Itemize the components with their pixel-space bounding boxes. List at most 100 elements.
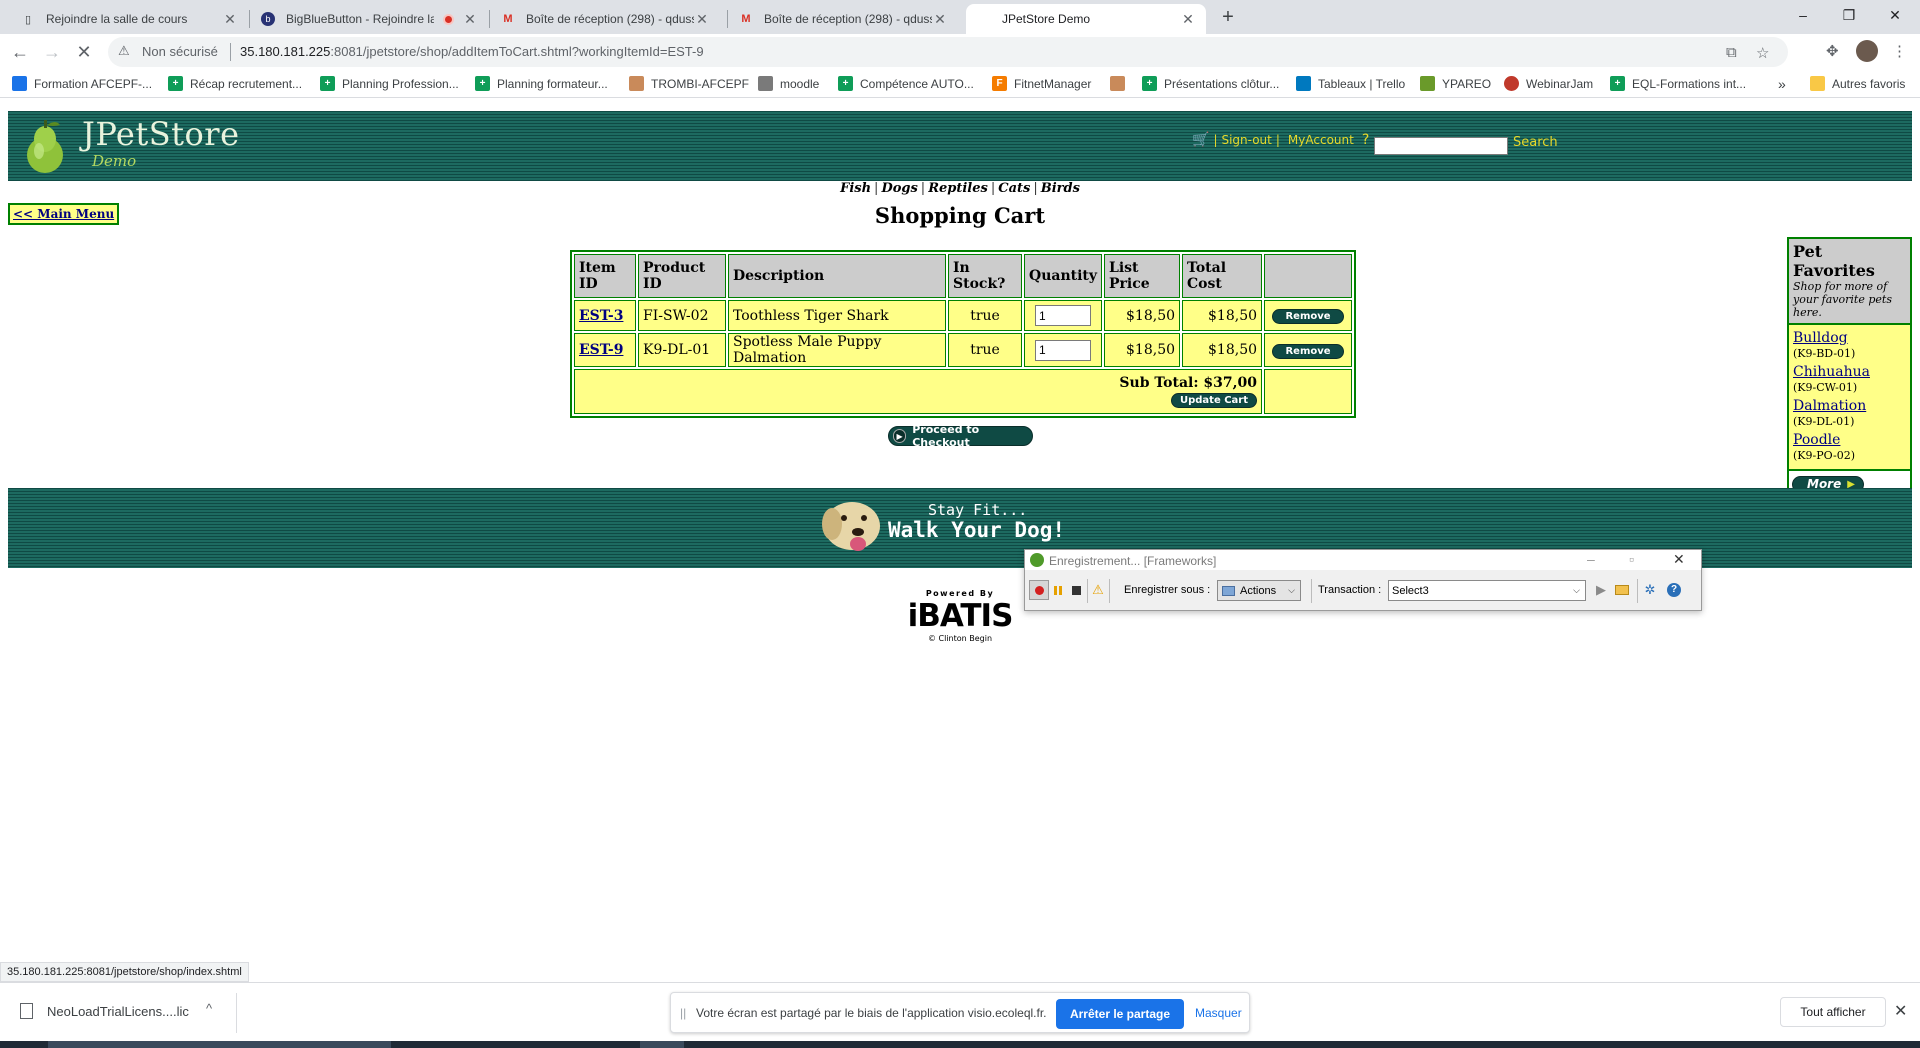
tab-gmail-1[interactable]: M Boîte de réception (298) - qdusse ✕ [490, 4, 720, 34]
cart-icon[interactable]: 🛒 [1192, 132, 1209, 148]
avatar[interactable] [1856, 40, 1878, 62]
tab-gmail-2[interactable]: M Boîte de réception (298) - qdusse ✕ [728, 4, 958, 34]
close-tab-icon[interactable]: ✕ [694, 11, 710, 28]
favorite-pet-link[interactable]: Chihuahua [1793, 363, 1906, 381]
warning-icon[interactable]: ⚠ [1091, 582, 1105, 597]
remove-button[interactable]: Remove [1272, 343, 1344, 359]
recording-titlebar[interactable]: Enregistrement... [Frameworks] – ▫ ✕ [1025, 550, 1701, 570]
sign-out-link[interactable]: Sign-out [1221, 133, 1271, 147]
total-cost: $18,50 [1182, 300, 1263, 331]
update-cart-button[interactable]: Update Cart [1170, 393, 1258, 408]
download-item[interactable]: NeoLoadTrialLicens....lic [20, 1003, 189, 1019]
minimize-button[interactable]: – [1780, 0, 1826, 30]
tab-bigbluebutton[interactable]: b BigBlueButton - Rejoindre la ✕ [250, 4, 488, 34]
close-window-button[interactable]: ✕ [1872, 0, 1918, 30]
security-label[interactable]: Non sécurisé [142, 44, 218, 59]
table-header-row: Item ID Product ID Description In Stock?… [574, 254, 1353, 298]
bookmark-item[interactable]: Formation AFCEPF-... [12, 76, 152, 91]
bookmark-item[interactable]: + Compétence AUTO... [838, 76, 974, 91]
item-id-link[interactable]: EST-3 [579, 308, 623, 324]
minimize-icon[interactable]: – [1587, 551, 1595, 567]
new-tab-button[interactable]: + [1214, 4, 1242, 32]
close-icon[interactable]: ✕ [1673, 551, 1685, 568]
logo-text[interactable]: JPetStore [82, 115, 240, 153]
bookmark-item[interactable]: + Planning Profession... [320, 76, 459, 91]
bookmark-item[interactable]: F FitnetManager [992, 76, 1091, 91]
proceed-to-checkout-button[interactable]: ▶ Proceed to Checkout [888, 423, 1033, 449]
taskbar-item[interactable] [48, 1041, 391, 1048]
actions-dropdown[interactable]: Actions ⌵ [1217, 580, 1301, 601]
tab-jpetstore[interactable]: JPetStore Demo ✕ [966, 4, 1206, 34]
bookmark-icon: F [992, 76, 1007, 91]
restore-button[interactable]: ❐ [1826, 0, 1872, 30]
taskbar-item[interactable] [640, 1041, 684, 1048]
next-arrow-icon[interactable]: ▶ [1594, 582, 1608, 597]
favorite-pet-link[interactable]: Bulldog [1793, 329, 1906, 347]
close-tab-icon[interactable]: ✕ [462, 11, 478, 28]
ibatis-logo[interactable]: Powered By iBATIS © Clinton Begin [904, 589, 1016, 645]
maximize-icon[interactable]: ▫ [1629, 551, 1634, 567]
help-icon[interactable]: ? [1362, 132, 1369, 148]
hide-button[interactable]: Masquer [1195, 1006, 1242, 1020]
category-dogs-link[interactable]: Dogs [881, 181, 917, 196]
back-icon[interactable]: ← [6, 38, 34, 66]
recording-toolbar: ⚠ Enregistrer sous : Actions ⌵ Transacti… [1025, 571, 1701, 611]
stop-icon[interactable] [1069, 583, 1083, 597]
bookmark-item[interactable]: WebinarJam [1504, 76, 1593, 91]
remove-button[interactable]: Remove [1272, 309, 1344, 324]
category-birds-link[interactable]: Birds [1041, 181, 1080, 196]
tab-rejoindre[interactable]: ▯ Rejoindre la salle de cours ✕ [10, 4, 248, 34]
item-id-link[interactable]: EST-9 [579, 342, 623, 358]
forward-icon[interactable]: → [38, 38, 66, 66]
category-links: Fish | Dogs | Reptiles | Cats | Birds [840, 181, 1080, 196]
ibatis-text: iBATIS [907, 598, 1014, 634]
search-input[interactable] [1374, 137, 1508, 155]
bookmark-star-icon[interactable]: ☆ [1756, 44, 1769, 62]
bookmark-item[interactable]: TROMBI-AFCEPF [629, 76, 749, 91]
chevron-up-icon[interactable]: ^ [206, 1001, 212, 1016]
bookmark-item[interactable]: + Récap recrutement... [168, 76, 302, 91]
address-bar[interactable]: ⚠ Non sécurisé 35.180.181.225:8081/jpets… [108, 37, 1788, 67]
pear-logo-icon[interactable] [22, 117, 68, 175]
transaction-dropdown[interactable]: Select3 ⌵ [1388, 580, 1586, 601]
stop-icon[interactable]: ✕ [70, 38, 98, 66]
url-text[interactable]: 35.180.181.225:8081/jpetstore/shop/addIt… [240, 44, 704, 59]
column-header: Item ID [574, 254, 636, 298]
record-icon[interactable] [1029, 580, 1049, 600]
quantity-input[interactable] [1035, 305, 1091, 326]
bookmark-item[interactable]: YPAREO [1420, 76, 1491, 91]
description: Spotless Male Puppy Dalmation [728, 333, 946, 367]
favorite-pet-link[interactable]: Dalmation [1793, 397, 1906, 415]
stop-sharing-button[interactable]: Arrêter le partage [1056, 999, 1184, 1029]
close-tab-icon[interactable]: ✕ [222, 11, 238, 28]
close-tab-icon[interactable]: ✕ [1180, 11, 1196, 28]
drag-handle-icon[interactable]: || [680, 1006, 686, 1020]
search-button[interactable]: Search [1513, 135, 1558, 150]
other-bookmarks[interactable]: Autres favoris [1810, 76, 1905, 91]
favorite-pet-link[interactable]: Poodle [1793, 431, 1906, 449]
menu-icon[interactable]: ⋮ [1892, 42, 1907, 60]
close-icon[interactable]: ✕ [1894, 1001, 1907, 1021]
show-all-downloads-button[interactable]: Tout afficher [1780, 997, 1886, 1027]
bookmark-item[interactable]: + Planning formateur... [475, 76, 608, 91]
bookmark-item[interactable]: + EQL-Formations int... [1610, 76, 1746, 91]
bookmark-item[interactable]: moodle [758, 76, 819, 91]
close-tab-icon[interactable]: ✕ [932, 11, 948, 28]
quantity-input[interactable] [1035, 339, 1091, 361]
pause-icon[interactable] [1051, 583, 1065, 597]
category-reptiles-link[interactable]: Reptiles [928, 181, 988, 196]
category-cats-link[interactable]: Cats [998, 181, 1030, 196]
bookmarks-overflow-button[interactable]: » [1778, 76, 1786, 92]
warning-icon[interactable]: ⚠ [118, 43, 130, 59]
bookmark-item[interactable]: + Présentations clôtur... [1142, 76, 1279, 91]
bookmark-item[interactable]: Tableaux | Trello [1296, 76, 1405, 91]
my-account-link[interactable]: MyAccount [1288, 133, 1354, 147]
translate-icon[interactable]: ⧉ [1726, 44, 1737, 61]
bookmark-icon [1110, 76, 1125, 91]
collapse-icon[interactable]: ✲ [1643, 582, 1657, 597]
bookmark-icon: + [168, 76, 183, 91]
category-fish-link[interactable]: Fish [840, 181, 871, 196]
open-folder-icon[interactable] [1615, 583, 1629, 597]
extensions-icon[interactable]: ✥ [1826, 42, 1839, 60]
help-icon[interactable]: ? [1667, 583, 1681, 597]
